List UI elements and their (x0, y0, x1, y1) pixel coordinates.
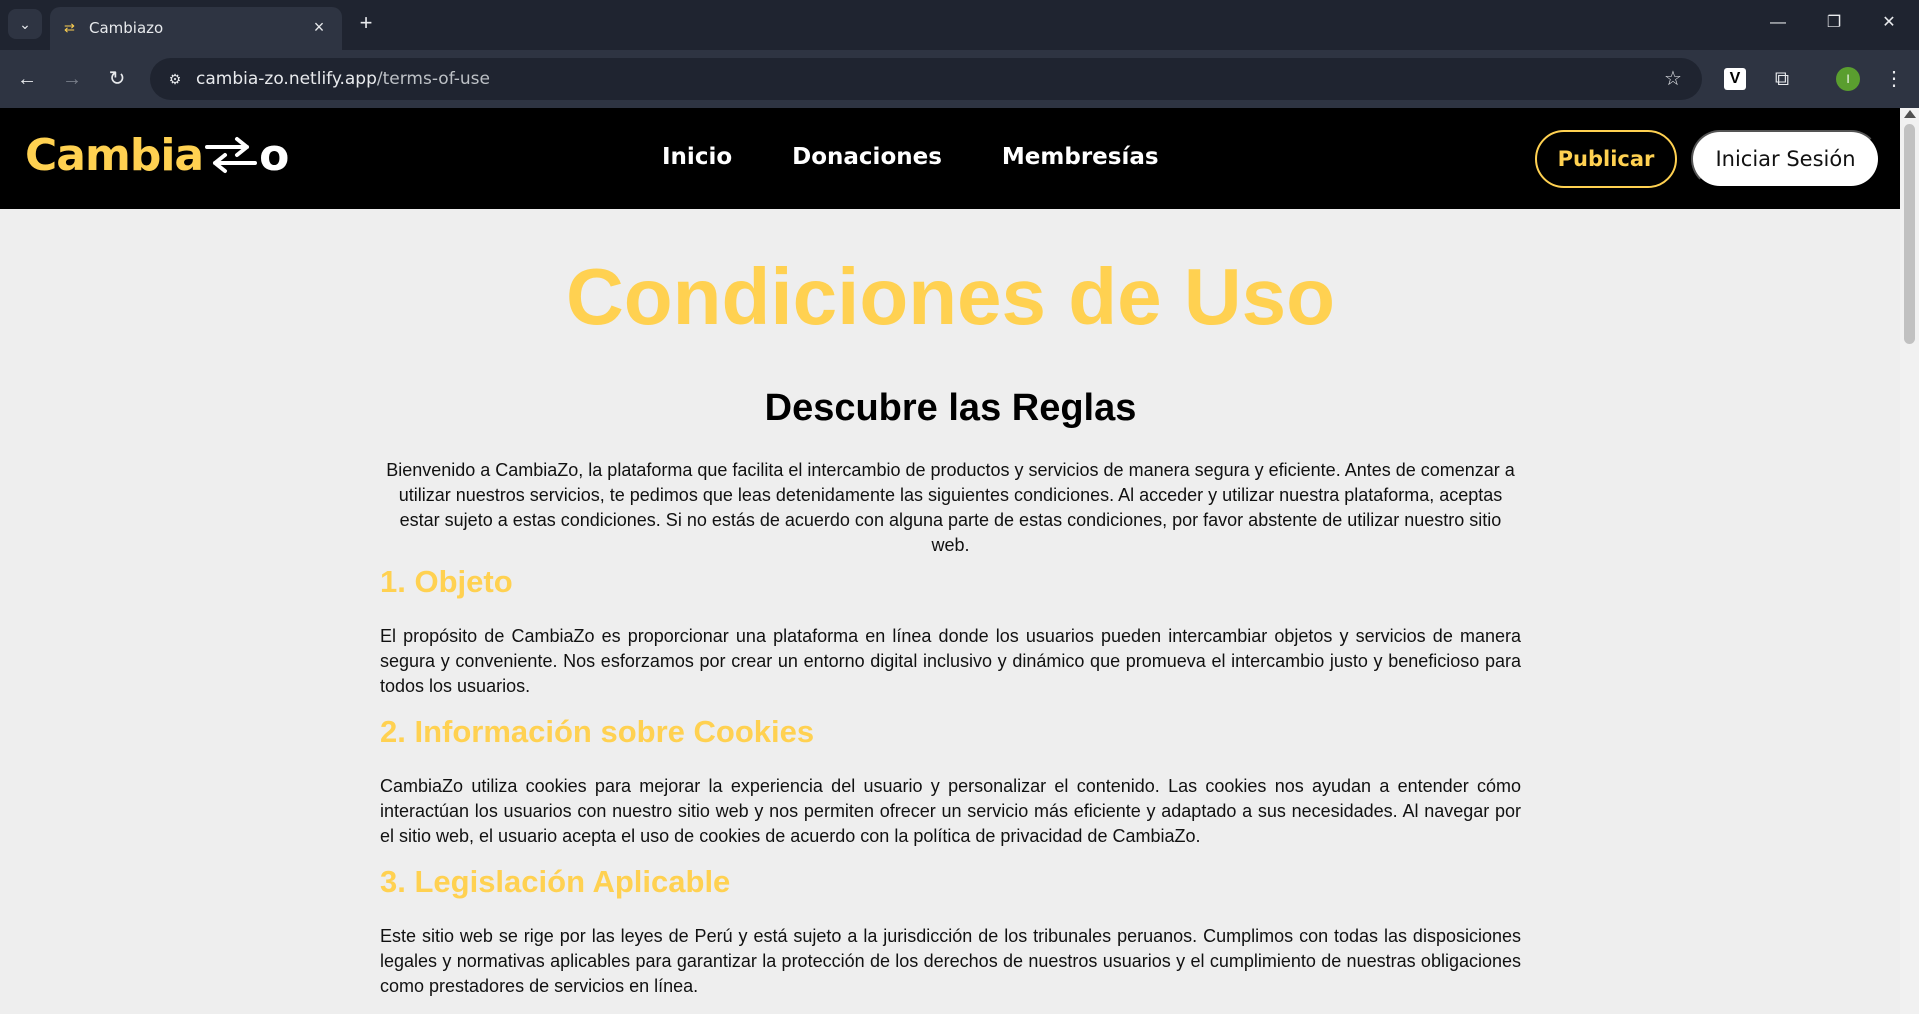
section-heading-objeto: 1. Objeto (380, 564, 513, 599)
forward-icon[interactable]: → (57, 64, 87, 94)
new-tab-button[interactable]: + (354, 11, 378, 35)
extensions-puzzle-icon[interactable]: ⧉ (1767, 64, 1797, 94)
scroll-thumb[interactable] (1904, 124, 1915, 344)
nav-inicio[interactable]: Inicio (662, 144, 732, 170)
profile-avatar[interactable]: I (1836, 67, 1860, 91)
browser-toolbar: ← → ↻ ⚙ cambia-zo.netlify.app/terms-of-u… (0, 50, 1919, 108)
scroll-up-arrow-icon[interactable] (1904, 110, 1916, 118)
minimize-button[interactable]: — (1763, 8, 1793, 38)
back-icon[interactable]: ← (12, 64, 42, 94)
nav-donaciones[interactable]: Donaciones (792, 144, 942, 170)
main-nav: Inicio Donaciones Membresías (662, 144, 1159, 170)
url-text[interactable]: cambia-zo.netlify.app/terms-of-use (196, 69, 490, 89)
section-body-objeto: El propósito de CambiaZo es proporcionar… (380, 626, 1521, 696)
section-heading-cookies: 2. Información sobre Cookies (380, 714, 815, 749)
page-viewport: Cambia o Inicio Donaciones Membresías Pu… (0, 108, 1919, 1014)
close-tab-icon[interactable]: × (308, 16, 330, 38)
browser-menu-icon[interactable]: ⋮ (1879, 64, 1909, 94)
page-scrollbar[interactable] (1900, 108, 1919, 1014)
tab-title: Cambiazo (89, 19, 164, 37)
reload-icon[interactable]: ↻ (102, 64, 132, 94)
close-window-button[interactable]: ✕ (1874, 8, 1904, 38)
site-header: Cambia o Inicio Donaciones Membresías Pu… (0, 108, 1900, 209)
page-title: Condiciones de Uso (566, 252, 1335, 341)
site-logo[interactable]: Cambia o (25, 130, 289, 181)
tab-search-button[interactable]: ⌄ (8, 9, 42, 39)
browser-tab[interactable]: ⇄ Cambiazo × (50, 7, 342, 50)
nav-membresias[interactable]: Membresías (1002, 144, 1159, 170)
exchange-arrows-icon (205, 137, 258, 173)
intro-paragraph: Bienvenido a CambiaZo, la plataforma que… (386, 460, 1515, 555)
favicon-icon: ⇄ (64, 20, 75, 35)
section-heading-legislacion: 3. Legislación Aplicable (380, 864, 731, 899)
login-button[interactable]: Iniciar Sesión (1691, 130, 1880, 188)
site-info-icon[interactable]: ⚙ (160, 64, 190, 94)
section-body-legislacion: Este sitio web se rige por las leyes de … (380, 926, 1521, 996)
address-bar[interactable]: ⚙ cambia-zo.netlify.app/terms-of-use ☆ (150, 58, 1702, 100)
page-subtitle: Descubre las Reglas (764, 387, 1137, 429)
bookmark-star-icon[interactable]: ☆ (1660, 66, 1686, 92)
extension-v-icon[interactable]: V (1724, 68, 1746, 90)
section-body-cookies: CambiaZo utiliza cookies para mejorar la… (380, 776, 1521, 846)
chevron-down-icon: ⌄ (19, 15, 31, 32)
restore-button[interactable]: ❐ (1819, 8, 1849, 38)
browser-tab-bar: ⌄ ⇄ Cambiazo × + — ❐ ✕ (0, 0, 1919, 50)
publish-button[interactable]: Publicar (1535, 130, 1677, 188)
